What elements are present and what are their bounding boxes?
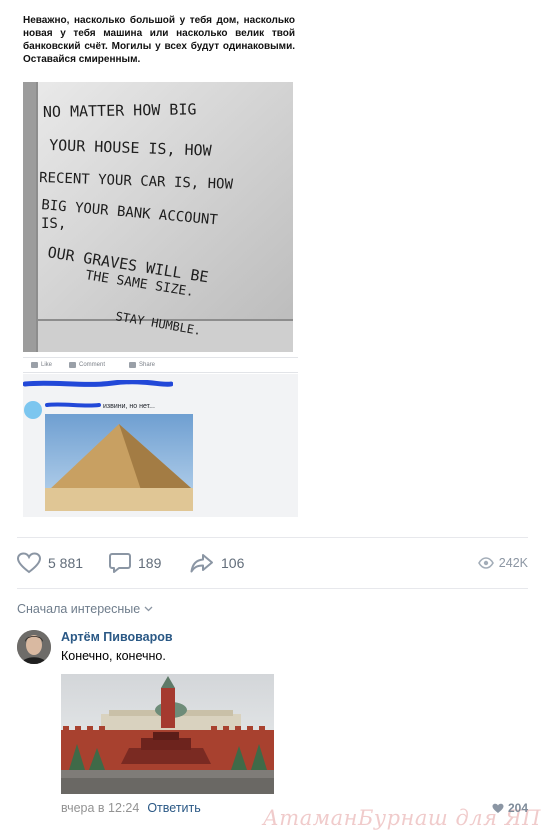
fb-reply-text: извини, но нет... <box>103 403 155 410</box>
photo-line-1: NO MATTER HOW BIG <box>43 100 197 121</box>
comment-author[interactable]: Артём Пивоваров <box>61 630 173 644</box>
comment-icon <box>69 362 76 368</box>
avatar[interactable] <box>17 630 51 664</box>
heart-icon <box>492 803 504 813</box>
comment-photo[interactable] <box>61 674 274 794</box>
facebook-action-bar: Like Comment Share <box>23 357 298 373</box>
comment-likes-count: 204 <box>507 801 528 815</box>
likes-count: 5 881 <box>48 555 84 571</box>
comments-sort-dropdown[interactable]: Сначала интересные <box>17 602 153 616</box>
speech-bubble-icon <box>109 553 131 573</box>
shares-count: 106 <box>221 555 245 571</box>
fb-share: Share <box>129 362 155 368</box>
heart-icon <box>17 552 41 574</box>
share-button[interactable]: 106 <box>190 549 244 577</box>
post-actions: 5 881 189 106 242K <box>17 549 528 577</box>
comment-meta: вчера в 12:24 Ответить <box>61 801 201 815</box>
redacted-scribble <box>23 380 173 387</box>
pyramid-photo <box>45 414 193 511</box>
views-count: 242K <box>498 556 528 570</box>
fb-comment: Comment <box>69 362 105 368</box>
eye-icon <box>477 557 494 569</box>
divider <box>17 537 528 538</box>
sort-label: Сначала интересные <box>17 602 141 616</box>
photo-line-5: IS, <box>41 216 66 232</box>
divider <box>17 588 528 589</box>
comment-text: Конечно, конечно. <box>61 649 166 663</box>
handwritten-sign-photo: NO MATTER HOW BIG YOUR HOUSE IS, HOW REC… <box>23 82 293 352</box>
meme-caption: Неважно, насколько большой у тебя дом, н… <box>23 15 295 65</box>
fb-like: Like <box>31 362 52 368</box>
comment-button[interactable]: 189 <box>109 549 161 577</box>
reply-button[interactable]: Ответить <box>147 801 200 815</box>
views-counter: 242K <box>477 549 528 577</box>
comment-like-button[interactable]: 204 <box>492 801 528 815</box>
like-button[interactable]: 5 881 <box>17 549 83 577</box>
share-arrow-icon <box>190 554 213 573</box>
thumb-up-icon <box>31 362 38 368</box>
comment-time[interactable]: вчера в 12:24 <box>61 801 139 815</box>
chevron-down-icon <box>144 606 153 612</box>
post-image[interactable]: Неважно, насколько большой у тебя дом, н… <box>17 0 298 517</box>
comments-count: 189 <box>138 555 162 571</box>
facebook-comments: извини, но нет... <box>23 374 298 517</box>
share-icon <box>129 362 136 368</box>
